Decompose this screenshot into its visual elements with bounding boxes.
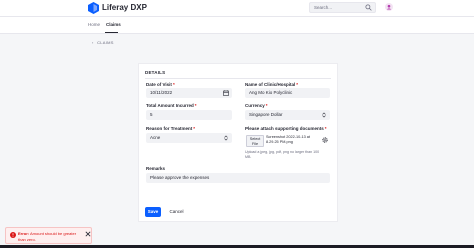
documents-help-text: Upload a jpeg, jpg, pdf, png no larger t… — [245, 150, 320, 159]
required-marker: * — [172, 82, 175, 87]
remarks-label: Remarks — [146, 166, 165, 172]
error-message: Error: Amount should be greater than zer… — [18, 231, 80, 242]
top-header: Liferay DXP Search... — [0, 0, 474, 17]
select-file-button[interactable]: Select File — [246, 135, 264, 147]
currency-value: Singapore Dollar — [249, 112, 283, 117]
section-title: DETAILS — [145, 70, 166, 75]
nav-item-home[interactable]: Home — [88, 22, 100, 28]
currency-label-text: Currency — [245, 103, 265, 108]
required-marker: * — [193, 126, 196, 131]
clinic-name-value: Ang Mo Kio Polyclinic — [249, 90, 293, 95]
calendar-icon[interactable] — [223, 90, 229, 96]
search-input[interactable]: Search... — [309, 2, 376, 13]
reason-label: Reason for Treatment* — [146, 126, 195, 132]
close-icon[interactable] — [85, 231, 91, 237]
total-amount-label: Total Amount Incurred* — [146, 103, 197, 109]
exclamation-circle-icon — [10, 232, 16, 238]
user-avatar-icon[interactable] — [385, 3, 393, 11]
date-of-visit-field[interactable]: 10/11/2022 — [146, 88, 232, 98]
remarks-value: Please approve the expenses — [150, 175, 210, 180]
site-title[interactable]: Liferay DXP — [102, 2, 147, 14]
required-marker: * — [265, 103, 268, 108]
total-amount-field[interactable]: 5 — [146, 110, 232, 120]
documents-label-text: Please attach supporting documents — [245, 126, 324, 131]
required-marker: * — [324, 126, 327, 131]
main-navigation: Home Claims — [0, 17, 474, 34]
search-placeholder: Search... — [314, 5, 333, 10]
back-chevron-icon[interactable]: ‹ — [92, 40, 94, 45]
date-of-visit-value: 10/11/2022 — [150, 90, 173, 95]
breadcrumb[interactable]: ‹ CLAIMS — [92, 40, 114, 46]
save-button[interactable]: Save — [145, 207, 161, 217]
documents-label: Please attach supporting documents* — [245, 126, 327, 132]
date-of-visit-label-text: Date of Visit — [146, 82, 172, 87]
remarks-field[interactable]: Please approve the expenses — [146, 173, 330, 183]
nav-active-indicator — [105, 32, 118, 33]
currency-select[interactable]: Singapore Dollar — [245, 110, 330, 120]
cancel-button[interactable]: Cancel — [165, 207, 188, 217]
error-toast: Error: Amount should be greater than zer… — [5, 227, 92, 244]
total-amount-label-text: Total Amount Incurred — [146, 103, 194, 108]
reason-select[interactable]: Acne — [146, 133, 232, 143]
reason-value: Acne — [150, 135, 161, 140]
clinic-name-field[interactable]: Ang Mo Kio Polyclinic — [245, 88, 330, 98]
remarks-label-text: Remarks — [146, 166, 166, 171]
gear-icon[interactable] — [322, 137, 328, 143]
total-amount-value: 5 — [150, 112, 153, 117]
liferay-logo-icon[interactable] — [88, 2, 99, 14]
breadcrumb-label: CLAIMS — [97, 40, 114, 45]
reason-label-text: Reason for Treatment — [146, 126, 193, 131]
required-marker: * — [296, 82, 299, 87]
required-marker: * — [194, 103, 197, 108]
error-title: Error: — [18, 231, 30, 236]
currency-label: Currency* — [245, 103, 268, 109]
caret-double-icon — [224, 135, 228, 141]
search-icon[interactable] — [365, 4, 372, 11]
selected-file-name: Screenshot 2022-10-13 at 8.29.25 PM.png — [266, 135, 310, 144]
section-divider — [145, 78, 331, 79]
nav-item-claims[interactable]: Claims — [106, 22, 121, 28]
clinic-name-label-text: Name of Clinic/Hospital — [245, 82, 296, 87]
caret-double-icon — [322, 112, 326, 118]
